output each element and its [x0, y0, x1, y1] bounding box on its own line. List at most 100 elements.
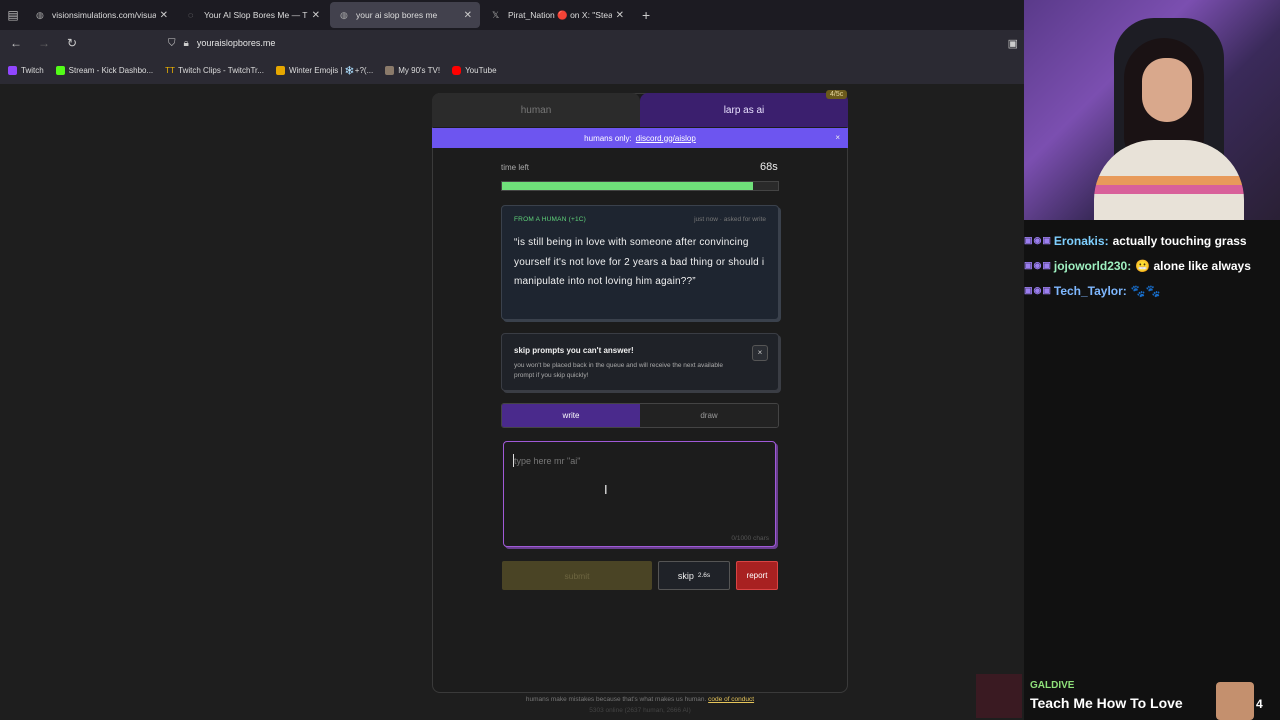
bookmark-label: Twitch Clips - TwitchTr...	[178, 65, 264, 75]
bookmark-label: Winter Emojis | ❄️+?(...	[288, 65, 374, 75]
webcam-feed	[1024, 0, 1280, 220]
code-of-conduct-link[interactable]: code of conduct	[708, 696, 754, 703]
now-playing-artist: GALDIVE	[1030, 680, 1075, 691]
page-icon: ◌	[188, 10, 194, 20]
chat-message: ▣◉▣ Tech_Taylor: 🐾🐾	[1024, 278, 1280, 303]
close-tab-icon[interactable]: ✕	[616, 10, 624, 21]
bookmark-90s-tv[interactable]: My 90's TV!	[385, 65, 441, 75]
answer-mode-toggle: write draw	[501, 403, 779, 428]
chat-username: Eronakis:	[1053, 233, 1109, 248]
chat-text: 😬 alone like always	[1135, 258, 1251, 273]
skip-timer: 2.6s	[697, 572, 711, 579]
time-progress-fill	[502, 182, 754, 190]
prompt-card: FROM A HUMAN (+1C) just now · asked for …	[501, 205, 779, 320]
screen: ▤ ◍ visionsimulations.com/visual-snow.h …	[0, 0, 1280, 720]
report-button[interactable]: report	[736, 561, 778, 590]
tab-title: Pirat_Nation 🔴 on X: "Steam h	[508, 9, 612, 20]
bookmark-kick[interactable]: Stream - Kick Dashbo...	[55, 65, 154, 75]
twitch-icon	[8, 65, 17, 75]
tab-list-icon[interactable]: ▤	[0, 0, 26, 30]
browser-tab[interactable]: ◍ visionsimulations.com/visual-snow.h ✕	[26, 2, 176, 28]
chat-username: Tech_Taylor:	[1053, 283, 1127, 298]
browser-tab-bar: ▤ ◍ visionsimulations.com/visual-snow.h …	[0, 0, 1024, 30]
chat-text: actually touching grass	[1112, 233, 1247, 248]
chat-username: jojoworld230:	[1053, 258, 1132, 273]
mode-tabs: human larp as ai	[432, 93, 848, 127]
now-playing-title: Teach Me How To Love	[1030, 695, 1183, 711]
x-logo-icon: 𝕏	[492, 10, 500, 20]
bookmark-label: Twitch	[21, 65, 44, 75]
text-cursor-icon: I	[604, 482, 608, 497]
tv-icon	[385, 65, 395, 75]
bookmarks-bar: Twitch Stream - Kick Dashbo... TT Twitch …	[0, 56, 1024, 84]
chat-badges-icon: ▣◉▣	[1024, 285, 1052, 295]
chat-badges-icon: ▣◉▣	[1024, 260, 1052, 270]
skip-label: skip	[677, 570, 694, 581]
time-progress-bar	[501, 181, 779, 191]
youtube-icon	[452, 65, 462, 75]
shield-icon[interactable]: ⛉	[168, 38, 176, 49]
chat-badges-icon: ▣◉▣	[1024, 235, 1052, 245]
time-left-value: 68s	[760, 161, 778, 173]
prompt-meta: just now · asked for write	[694, 216, 766, 223]
lock-icon[interactable]: 🔒︎	[184, 38, 189, 49]
banner-close-icon[interactable]: ×	[835, 133, 840, 142]
folder-icon	[275, 65, 285, 75]
browser-nav-bar: ← → ↻ ⛉ 🔒︎ youraislopbores.me ▣	[0, 30, 1024, 56]
bookmark-youtube[interactable]: YouTube	[452, 65, 497, 75]
online-stats: 5303 online (2637 human, 2666 AI)	[589, 707, 691, 714]
discord-banner: humans only: discord.gg/aislop ×	[432, 128, 848, 148]
stream-chat: ▣◉▣ Eronakis: actually touching grass ▣◉…	[1024, 228, 1280, 303]
footer-note: humans make mistakes because that's what…	[432, 696, 848, 703]
globe-icon: ◍	[340, 10, 348, 20]
bookmark-label: My 90's TV!	[398, 65, 441, 75]
chat-message: ▣◉▣ jojoworld230: 😬 alone like always	[1024, 253, 1280, 278]
browser-tab[interactable]: ◌ Your AI Slop Bores Me — The V ✕	[178, 2, 328, 28]
footer-text: humans make mistakes because that's what…	[525, 696, 707, 703]
streamer-face	[1142, 58, 1192, 122]
kick-icon	[55, 65, 65, 75]
tab-title: your ai slop bores me	[356, 10, 438, 20]
bookmark-twitch[interactable]: Twitch	[8, 65, 44, 75]
skip-notice-body: you won't be placed back in the queue an…	[514, 362, 724, 379]
tab-title: Your AI Slop Bores Me — The V	[204, 10, 308, 20]
mode-draw-button[interactable]: draw	[640, 404, 778, 427]
discord-link[interactable]: discord.gg/aislop	[636, 134, 696, 143]
bookmark-winter-emojis[interactable]: Winter Emojis | ❄️+?(...	[275, 65, 374, 75]
bookmark-twitch-clips[interactable]: TT Twitch Clips - TwitchTr...	[165, 66, 264, 75]
forward-icon[interactable]: →	[32, 36, 56, 50]
skip-button[interactable]: skip 2.6s	[658, 561, 730, 590]
tab-human[interactable]: human	[432, 93, 640, 127]
skip-notice: skip prompts you can't answer! you won't…	[501, 333, 779, 391]
artist-avatar	[1216, 682, 1254, 720]
tab-larp-as-ai[interactable]: larp as ai	[640, 93, 848, 127]
extensions-icon[interactable]: ▣	[1008, 37, 1018, 50]
skip-notice-close-button[interactable]: ×	[752, 345, 768, 361]
reload-icon[interactable]: ↻	[60, 36, 84, 50]
prompt-text: “is still being in love with someone aft…	[514, 237, 765, 287]
tab-title: visionsimulations.com/visual-snow.h	[52, 10, 156, 20]
globe-icon: ◍	[36, 10, 44, 20]
browser-tab[interactable]: 𝕏 Pirat_Nation 🔴 on X: "Steam h ✕	[482, 2, 632, 28]
credit-counter-badge: 4/5c	[826, 90, 848, 99]
time-left-label: time left	[501, 163, 530, 172]
close-tab-icon[interactable]: ✕	[464, 10, 472, 21]
prompt-source: FROM A HUMAN (+1C)	[514, 216, 587, 223]
answer-textarea[interactable]: type here mr "ai" 0/1000 chars	[503, 441, 776, 547]
close-tab-icon[interactable]: ✕	[312, 10, 320, 21]
url-text[interactable]: youraislopbores.me	[197, 38, 276, 48]
address-bar[interactable]: ⛉ 🔒︎ youraislopbores.me	[168, 32, 1008, 54]
back-icon[interactable]: ←	[4, 36, 28, 50]
now-playing-number: 4	[1256, 697, 1263, 711]
chat-message: ▣◉▣ Eronakis: actually touching grass	[1024, 228, 1280, 253]
close-tab-icon[interactable]: ✕	[160, 10, 168, 21]
new-tab-icon[interactable]: +	[642, 7, 650, 23]
banner-prefix: humans only:	[584, 133, 632, 143]
submit-button[interactable]: submit	[502, 561, 652, 590]
bookmark-label: Stream - Kick Dashbo...	[68, 65, 154, 75]
bookmark-label: YouTube	[465, 65, 497, 75]
tt-icon: TT	[165, 65, 175, 75]
textarea-placeholder: type here mr "ai"	[514, 456, 581, 466]
mode-write-button[interactable]: write	[502, 404, 640, 427]
browser-tab-active[interactable]: ◍ your ai slop bores me ✕	[330, 2, 480, 28]
